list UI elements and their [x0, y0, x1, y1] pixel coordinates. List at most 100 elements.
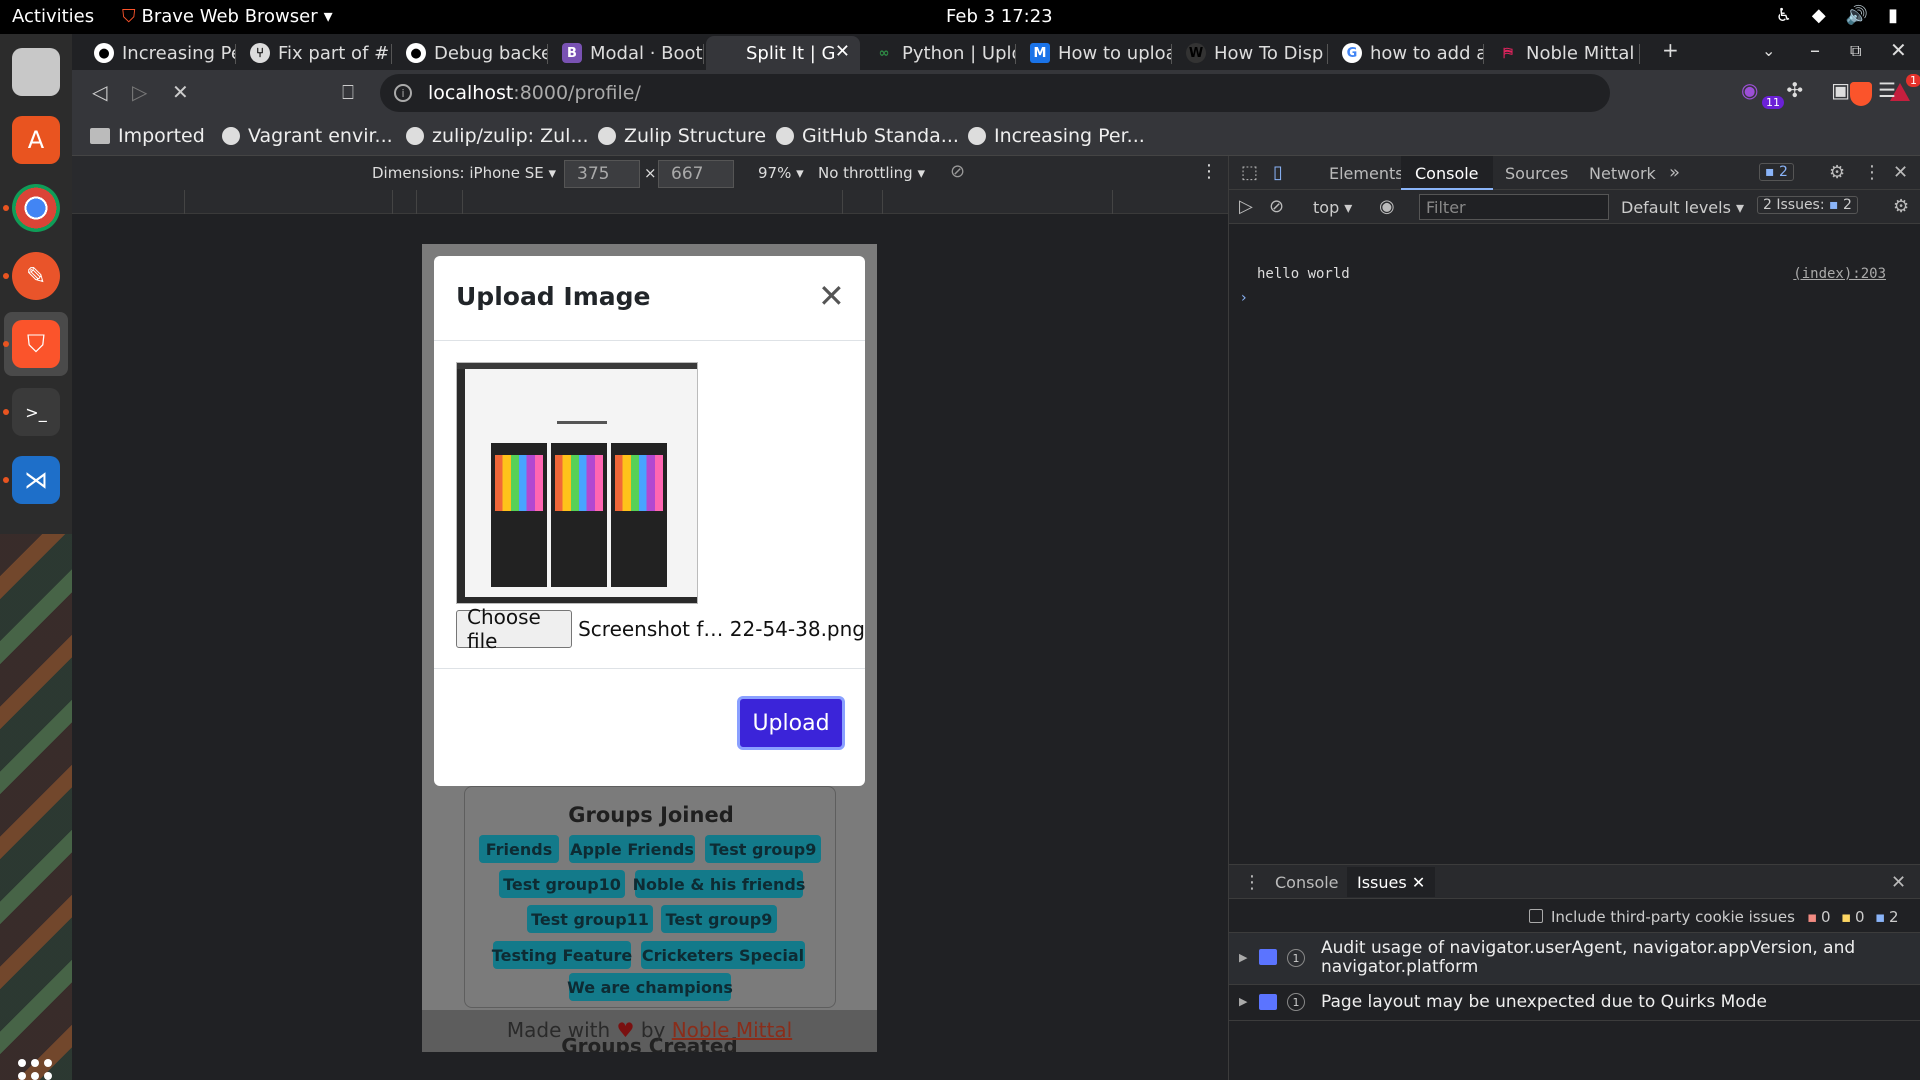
close-icon[interactable]: ✕	[1412, 873, 1425, 892]
console-settings-icon[interactable]: ⚙	[1893, 196, 1909, 217]
address-bar[interactable]: i localhost:8000/profile/ 1	[380, 74, 1920, 112]
more-tabs-icon[interactable]: »	[1669, 162, 1680, 183]
file-input[interactable]: Choose file Screenshot f… 22-54-38.png	[456, 605, 865, 653]
tab-elements[interactable]: Elements	[1329, 164, 1404, 183]
more-options-icon[interactable]: ⋮	[1200, 161, 1218, 182]
issues-summary[interactable]: 2 Issues: ▪ 2	[1757, 196, 1858, 214]
drawer-tab-console[interactable]: Console	[1275, 873, 1339, 892]
app-menu[interactable]: ⛉ Brave Web Browser ▾	[122, 6, 333, 27]
group-chip[interactable]: Test group11	[527, 905, 653, 933]
drawer-menu-icon[interactable]: ⋮	[1243, 872, 1261, 893]
clock[interactable]: Feb 3 17:23	[946, 6, 1053, 27]
more-options-icon[interactable]: ⋮	[1863, 162, 1881, 183]
site-info-icon[interactable]: i	[394, 84, 412, 102]
device-select[interactable]: Dimensions: iPhone SE ▾	[372, 164, 556, 182]
upload-button[interactable]: Upload	[737, 696, 845, 750]
files-icon[interactable]	[12, 48, 60, 96]
tab-network[interactable]: Network	[1589, 164, 1656, 183]
drawer-tab-issues[interactable]: Issues ✕	[1347, 867, 1436, 897]
group-chip[interactable]: We are champions	[567, 973, 733, 1001]
bookmark-item[interactable]: Vagrant envir...	[222, 125, 393, 147]
software-center-icon[interactable]: A	[12, 116, 60, 164]
issues-badge[interactable]: ▪ 2	[1759, 163, 1794, 181]
vscode-icon[interactable]: ⋊	[12, 456, 60, 504]
log-levels-select[interactable]: Default levels ▾	[1621, 198, 1744, 217]
context-select[interactable]: top ▾	[1313, 198, 1352, 217]
minimize-icon[interactable]: –	[1810, 38, 1820, 62]
issue-row[interactable]: ▶ 1 Page layout may be unexpected due to…	[1229, 985, 1920, 1021]
extension-icon[interactable]: ◉	[1741, 78, 1758, 102]
tab[interactable]: W How To Disp	[1174, 36, 1328, 70]
tab-active[interactable]: Split It | G ✕	[706, 36, 860, 70]
tab[interactable]: ∞ Python | Uplo	[862, 36, 1016, 70]
zoom-select[interactable]: 97% ▾	[758, 164, 804, 182]
postman-icon[interactable]: ✎	[12, 252, 60, 300]
chrome-icon[interactable]	[12, 184, 60, 232]
choose-file-button[interactable]: Choose file	[456, 605, 573, 653]
eye-icon[interactable]: ◉	[1379, 196, 1395, 217]
group-chip[interactable]: Testing Feature	[492, 941, 632, 969]
tab[interactable]: B Modal · Boot	[550, 36, 704, 70]
close-drawer-icon[interactable]: ✕	[1891, 872, 1906, 893]
forward-icon[interactable]: ▷	[132, 80, 147, 104]
console-source-link[interactable]: (index):203	[1793, 266, 1886, 282]
clear-console-icon[interactable]: ⊘	[1269, 196, 1284, 217]
url-text[interactable]: localhost:8000/profile/	[428, 82, 641, 104]
group-chip[interactable]: Test group10	[499, 870, 625, 898]
bookmark-item[interactable]: GitHub Standa...	[776, 125, 959, 147]
bookmark-icon[interactable]: ⎕	[342, 80, 354, 104]
settings-icon[interactable]: ⚙	[1829, 162, 1845, 183]
group-chip[interactable]: Cricketers Special	[641, 941, 805, 969]
tab[interactable]: ● Debug backe	[394, 36, 548, 70]
group-chip[interactable]: Friends	[479, 835, 559, 863]
tab[interactable]: Ghow to add a	[1330, 36, 1484, 70]
accessibility-icon[interactable]: ♿	[1776, 5, 1792, 26]
bookmark-item[interactable]: zulip/zulip: Zul...	[406, 125, 589, 147]
tab[interactable]: M How to uploa	[1018, 36, 1172, 70]
new-tab-icon[interactable]: +	[1662, 38, 1679, 62]
close-tab-icon[interactable]: ✕	[835, 41, 850, 62]
menu-icon[interactable]: ☰	[1878, 78, 1896, 102]
third-party-checkbox[interactable]	[1529, 909, 1543, 923]
bookmark-item[interactable]: Imported	[90, 125, 205, 147]
group-chip[interactable]: Test group9	[705, 835, 821, 863]
brave-icon[interactable]: ⛉	[12, 320, 60, 368]
device-width-input[interactable]: 375	[564, 160, 640, 188]
wifi-icon[interactable]: ◆	[1812, 5, 1826, 26]
sidebar-toggle-icon[interactable]: ▷	[1239, 196, 1253, 217]
volume-icon[interactable]: 🔊	[1846, 5, 1868, 26]
throttling-select[interactable]: No throttling ▾	[818, 164, 925, 182]
console-filter-input[interactable]: Filter	[1419, 194, 1609, 220]
terminal-icon[interactable]: >_	[12, 388, 60, 436]
tab[interactable]: ● Increasing Pe	[82, 36, 236, 70]
activities-button[interactable]: Activities	[12, 6, 94, 27]
tab-search-icon[interactable]: ⌄	[1762, 41, 1775, 60]
group-chip[interactable]: Noble & his friends	[633, 870, 805, 898]
group-chip[interactable]: Apple Friends	[569, 835, 695, 863]
stop-loading-icon[interactable]: ✕	[172, 80, 189, 104]
restore-icon[interactable]: ⧉	[1850, 41, 1861, 61]
rotate-icon[interactable]: ⊘	[950, 161, 965, 182]
puzzle-icon[interactable]: ✣	[1786, 78, 1803, 102]
device-toggle-icon[interactable]: ▯	[1273, 162, 1283, 183]
bookmark-item[interactable]: Zulip Structure	[598, 125, 766, 147]
tab-console[interactable]: Console	[1401, 156, 1493, 190]
group-chip[interactable]: Test group9	[661, 905, 777, 933]
inspect-icon[interactable]: ⬚	[1241, 162, 1258, 183]
close-devtools-icon[interactable]: ✕	[1893, 162, 1908, 183]
back-icon[interactable]: ◁	[92, 80, 107, 104]
battery-icon[interactable]: ▮	[1888, 5, 1898, 26]
tab[interactable]: ⑂ Fix part of #1	[238, 36, 392, 70]
tab[interactable]: ⛿ Noble Mittal	[1486, 36, 1640, 70]
close-window-icon[interactable]: ✕	[1890, 38, 1907, 62]
show-applications-icon[interactable]	[18, 1059, 52, 1080]
system-tray[interactable]: ♿ ◆ 🔊 ▮	[1776, 5, 1898, 26]
tab-sources[interactable]: Sources	[1505, 164, 1568, 183]
expand-arrow-icon[interactable]: ▶	[1239, 995, 1247, 1008]
author-link[interactable]: Noble Mittal	[672, 1018, 792, 1042]
expand-arrow-icon[interactable]: ▶	[1239, 951, 1247, 964]
wallet-icon[interactable]: ▣	[1831, 78, 1850, 102]
issue-row[interactable]: ▶ 1 Audit usage of navigator.userAgent, …	[1229, 933, 1920, 985]
bookmark-item[interactable]: Increasing Per...	[968, 125, 1145, 147]
close-icon[interactable]: ✕	[818, 280, 845, 312]
